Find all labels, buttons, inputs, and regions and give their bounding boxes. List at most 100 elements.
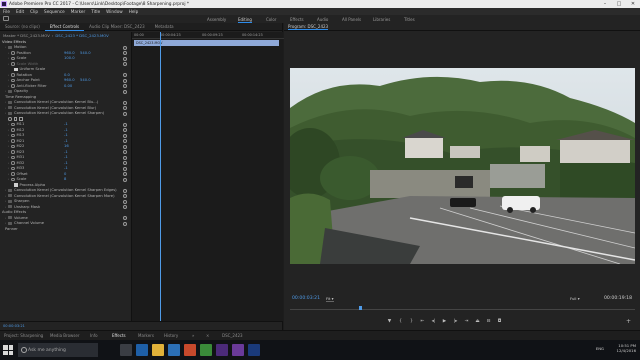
property-value[interactable]: -1 — [64, 128, 68, 132]
reset-icon[interactable] — [123, 194, 127, 198]
reset-icon[interactable] — [123, 100, 127, 105]
reset-icon[interactable] — [123, 89, 127, 94]
file-explorer-icon[interactable] — [152, 344, 164, 356]
tab-audio-clip-mixer[interactable]: Audio Clip Mixer: DSC_2423 — [84, 23, 150, 31]
menu-clip[interactable]: Clip — [27, 9, 41, 14]
reset-icon[interactable] — [123, 177, 127, 182]
tab-history[interactable]: History — [164, 333, 178, 338]
quality-select[interactable]: Full ▾ — [570, 296, 580, 301]
reset-icon[interactable] — [123, 106, 127, 110]
close-icon[interactable]: ✕ — [626, 0, 640, 8]
tab-markers[interactable]: Markers — [138, 333, 154, 338]
effect-controls-timeline[interactable]: 00:00 00:00:04:23 00:00:09:23 00:00:14:2… — [131, 32, 284, 321]
property-value[interactable]: 960.0 — [64, 51, 75, 55]
stopwatch-icon[interactable] — [11, 73, 15, 77]
stopwatch-icon[interactable] — [11, 155, 15, 159]
minimize-icon[interactable]: – — [598, 0, 612, 8]
scrubber-playhead[interactable] — [359, 306, 362, 310]
stopwatch-icon[interactable] — [11, 144, 15, 148]
step-forward-icon[interactable]: |▸ — [450, 318, 461, 324]
stopwatch-icon[interactable] — [11, 78, 15, 82]
checkbox[interactable] — [14, 183, 18, 187]
close-icon[interactable]: × — [206, 333, 209, 338]
property-value[interactable]: -1 — [64, 150, 68, 154]
workspace-editing[interactable]: Editing — [238, 15, 252, 23]
reset-icon[interactable] — [123, 62, 127, 66]
menu-window[interactable]: Window — [103, 9, 126, 14]
stopwatch-icon[interactable] — [11, 177, 15, 181]
master-clip-label[interactable]: Master * DSC_2423.MOV — [3, 33, 50, 38]
workspace-libraries[interactable]: Libraries — [373, 15, 390, 23]
tab-source[interactable]: Source: (no clips) — [0, 23, 45, 31]
tab-effects[interactable]: Effects — [112, 333, 126, 338]
reset-icon[interactable] — [123, 84, 127, 88]
edge-icon[interactable] — [136, 344, 148, 356]
tab-sequence[interactable]: DSC_2423 — [222, 333, 243, 338]
property-value[interactable]: 540.0 — [80, 51, 91, 55]
app-icon[interactable] — [200, 344, 212, 356]
stopwatch-icon[interactable] — [11, 56, 15, 60]
mark-in-icon[interactable]: { — [395, 318, 406, 324]
reset-icon[interactable] — [123, 128, 127, 132]
workspace-effects[interactable]: Effects — [290, 15, 304, 23]
stopwatch-icon[interactable] — [11, 62, 15, 66]
menu-sequence[interactable]: Sequence — [41, 9, 68, 14]
lift-icon[interactable]: ⏏ — [472, 318, 483, 324]
task-view-icon[interactable] — [120, 344, 132, 356]
app-icon[interactable] — [232, 344, 244, 356]
playhead[interactable] — [160, 32, 161, 321]
property-value[interactable]: 0.00 — [64, 84, 72, 88]
reset-icon[interactable] — [123, 73, 127, 77]
clip-bar[interactable]: DSC_2423.MOV — [134, 40, 279, 46]
reset-icon[interactable] — [123, 166, 127, 171]
ellipse-mask-icon[interactable] — [8, 117, 12, 121]
property-value[interactable]: 100.0 — [64, 56, 75, 60]
stopwatch-icon[interactable] — [11, 150, 15, 154]
reset-icon[interactable] — [123, 150, 127, 154]
go-to-out-icon[interactable]: ⇥ — [461, 318, 472, 324]
reset-icon[interactable] — [123, 56, 127, 61]
language-indicator[interactable]: ENG — [596, 346, 604, 351]
fx-toggle-icon[interactable] — [8, 216, 12, 220]
property-value[interactable]: -1 — [64, 161, 68, 165]
reset-icon[interactable] — [123, 111, 127, 116]
property-value[interactable]: 540.0 — [80, 78, 91, 82]
reset-icon[interactable] — [123, 139, 127, 143]
fx-toggle-icon[interactable] — [8, 188, 12, 192]
property-value[interactable]: -1 — [64, 133, 68, 137]
stopwatch-icon[interactable] — [11, 139, 15, 143]
reset-icon[interactable] — [123, 133, 127, 138]
home-icon[interactable] — [3, 16, 9, 21]
workspace-all-panels[interactable]: All Panels — [342, 15, 361, 23]
fx-toggle-icon[interactable] — [8, 106, 12, 110]
stopwatch-icon[interactable] — [11, 161, 15, 165]
menu-title[interactable]: Title — [88, 9, 103, 14]
property-value[interactable]: -1 — [64, 122, 68, 126]
property-value[interactable]: 960.0 — [64, 78, 75, 82]
workspace-titles[interactable]: Titles — [404, 15, 415, 23]
extract-icon[interactable]: ⊟ — [483, 318, 494, 324]
windows-start-icon[interactable] — [3, 345, 13, 355]
fx-toggle-icon[interactable] — [8, 199, 12, 203]
stopwatch-icon[interactable] — [11, 122, 15, 126]
stopwatch-icon[interactable] — [11, 172, 15, 176]
go-to-in-icon[interactable]: ⇤ — [417, 318, 428, 324]
effect-controls-timecode[interactable]: 00:00:03:21 — [3, 324, 25, 328]
button-editor-plus-icon[interactable]: + — [626, 318, 631, 325]
sequence-clip-link[interactable]: DSC_2423 * DSC_2423.MOV — [55, 33, 108, 38]
property-value[interactable]: -1 — [64, 155, 68, 159]
checkbox[interactable] — [14, 67, 18, 71]
property-value[interactable]: 8 — [64, 177, 66, 181]
workspace-audio[interactable]: Audio — [317, 15, 328, 23]
tab-effect-controls[interactable]: Effect Controls — [44, 23, 85, 31]
tab-metadata[interactable]: Metadata — [150, 23, 179, 31]
property-value[interactable]: -1 — [64, 166, 68, 170]
app-icon[interactable] — [184, 344, 196, 356]
stopwatch-icon[interactable] — [11, 51, 15, 55]
system-clock[interactable]: 10:51 PM 12/4/2016 — [617, 343, 636, 353]
reset-icon[interactable] — [123, 51, 127, 55]
reset-icon[interactable] — [123, 172, 127, 176]
photoshop-icon[interactable] — [248, 344, 260, 356]
effect-row[interactable]: Panner — [0, 226, 131, 232]
reset-icon[interactable] — [123, 216, 127, 220]
